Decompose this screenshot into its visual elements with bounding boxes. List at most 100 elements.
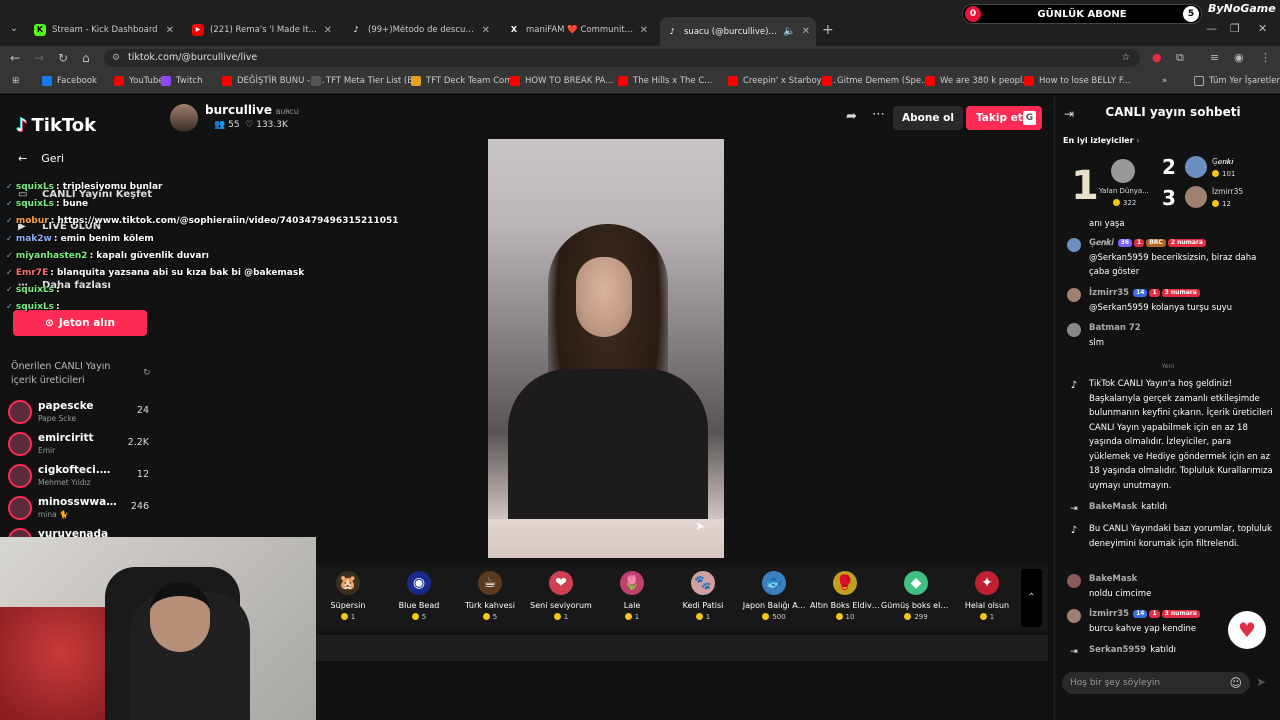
tab-tiktok-live[interactable]: ♪ suacu (@burcullive) CANLI 🔈 ✕ (660, 17, 816, 46)
back-icon[interactable]: ← (10, 51, 20, 65)
extensions-puzzle-icon[interactable]: ⧉ (1176, 51, 1184, 65)
top1-avatar[interactable] (1111, 159, 1135, 183)
site-info-icon[interactable]: ⚙ (112, 49, 120, 67)
gift-item[interactable]: ◉ Blue Bead 5 (384, 571, 454, 621)
gift-item[interactable]: ☕ Türk kahvesi 5 (455, 571, 525, 621)
forward-icon[interactable]: → (34, 51, 44, 65)
tab-youtube[interactable]: ▶ (221) Rema's 'I Made It' Moment ✕ (186, 20, 338, 40)
gift-item[interactable]: 🐟 Japon Balığı A... 500 (739, 571, 809, 621)
chat-username[interactable]: İzmirr35 (1089, 288, 1129, 298)
close-icon[interactable]: ✕ (482, 25, 490, 36)
close-window-icon[interactable]: ✕ (1258, 22, 1267, 35)
top-viewers-link[interactable]: En iyi izleyiciler › (1063, 136, 1140, 145)
bookmark-item[interactable]: TFT Meta Tier List (B... (311, 76, 421, 86)
more-options-icon[interactable]: ⋯ (872, 107, 885, 122)
close-icon[interactable]: ✕ (802, 26, 810, 37)
close-icon[interactable]: ✕ (640, 25, 648, 36)
new-tab-icon[interactable]: + (822, 22, 834, 38)
bookmark-item[interactable]: Gitme Demem (Spe... (822, 76, 929, 86)
minimize-icon[interactable]: — (1206, 22, 1217, 35)
viewer-count: 55 (228, 120, 240, 130)
chat-username[interactable]: Batman 72 (1089, 323, 1141, 333)
send-icon[interactable]: ➤ (1256, 675, 1266, 689)
chat-input[interactable]: Hoş bir şey söyleyin ☺ (1062, 672, 1250, 694)
chat-username[interactable]: BakeMask (1089, 574, 1137, 584)
menu-icon[interactable]: ⋮ (1260, 51, 1271, 64)
bookmark-item[interactable]: Facebook (42, 76, 97, 86)
all-bookmarks[interactable]: Tüm Yer İşaretleri (1194, 76, 1280, 86)
emoji-icon[interactable]: ☺ (1229, 672, 1242, 694)
overlay-text: : (56, 285, 60, 295)
back-button[interactable]: ← Geri (18, 152, 64, 165)
reload-icon[interactable]: ↻ (58, 51, 68, 65)
tab-x[interactable]: X maniFAM ❤️ Community / X ✕ (502, 20, 654, 40)
chat-username[interactable]: Ģ𝒆𝒏𝒌𝒊 (1089, 238, 1114, 248)
host-name[interactable]: burcullive BURCU (205, 103, 299, 117)
overlay-text: : emin benim kölem (53, 234, 154, 244)
bookmark-star-icon[interactable]: ☆ (1121, 49, 1130, 67)
recommended-creator[interactable]: cigkofteci.m... Mehmet Yıldız 12 (8, 462, 153, 488)
more-bookmarks-icon[interactable]: » (1162, 76, 1167, 86)
chat-username[interactable]: BakeMask (1089, 502, 1137, 512)
bookmark-item[interactable]: Twitch (161, 76, 203, 86)
gift-item[interactable]: ✦ Helal olsun 1 (952, 571, 1022, 621)
tiktok-icon: ♪ (353, 25, 359, 34)
bookmark-item[interactable]: TFT Deck Team Com... (411, 76, 521, 86)
creator-viewers: 246 (130, 501, 149, 512)
heart-icon[interactable]: ♥ (1228, 611, 1266, 649)
avatar[interactable] (1067, 574, 1081, 588)
sub-goal-label: GÜNLÜK ABONE (1037, 8, 1127, 20)
message-text: katıldı (1150, 645, 1176, 655)
media-icon[interactable]: ≡ (1210, 51, 1219, 64)
gift-item[interactable]: 🥊 Altın Boks Eldive... 10 (810, 571, 880, 621)
apps-icon[interactable]: ⊞ (12, 76, 19, 86)
avatar[interactable] (1067, 609, 1081, 623)
bookmark-item[interactable]: DEĞİŞTİR BUNU - Y... (222, 76, 324, 86)
get-coins-button[interactable]: ⊙ Jeton alın (13, 310, 147, 336)
maximize-icon[interactable]: ❐ (1230, 22, 1240, 35)
gift-item[interactable]: 🌷 Lale 1 (597, 571, 667, 621)
share-icon[interactable]: ➦ (846, 109, 857, 124)
speaker-icon[interactable]: 🔈 (783, 26, 795, 37)
bookmark-item[interactable]: YouTube (114, 76, 164, 86)
subscribe-button[interactable]: Abone ol (893, 106, 963, 130)
live-video[interactable] (488, 139, 724, 558)
bookmark-item[interactable]: We are 380 k peopl... (925, 76, 1031, 86)
close-icon[interactable]: ✕ (166, 25, 174, 36)
new-messages-separator: Yeni (1161, 362, 1175, 370)
bookmark-item[interactable]: HOW TO BREAK PA... (510, 76, 613, 86)
gift-expand-icon[interactable]: ⌃ (1021, 569, 1042, 627)
tab-search-icon[interactable]: ⌄ (6, 21, 22, 37)
profile-icon[interactable]: ◉ (1234, 51, 1244, 64)
recommended-creator[interactable]: emirciritt Emir 2.2K (8, 430, 153, 456)
home-icon[interactable]: ⌂ (82, 51, 90, 65)
top3-avatar[interactable] (1185, 186, 1207, 208)
chat-username[interactable]: Serkan5959 (1089, 645, 1146, 655)
tab-tiktok-1[interactable]: ♪ (99+)Método de descuento nuevo ✕ (344, 20, 496, 40)
top2-avatar[interactable] (1185, 156, 1207, 178)
bookmark-item[interactable]: Creepin' x Starboy (... (728, 76, 836, 86)
gift-item[interactable]: ❤ Seni seviyorum 1 (526, 571, 596, 621)
extension-icon[interactable]: ● (1152, 51, 1162, 64)
avatar[interactable] (1067, 323, 1081, 337)
refresh-icon[interactable]: ↻ (143, 368, 151, 378)
bookmark-item[interactable]: The Hills x The C... (618, 76, 712, 86)
close-icon[interactable]: ✕ (324, 25, 332, 36)
overlay-text: : blanquita yazsana abi su kıza bak bi @… (50, 268, 305, 278)
gift-item[interactable]: 🐹 Süpersin 1 (313, 571, 383, 621)
gift-item[interactable]: 🐾 Kedi Patisi 1 (668, 571, 738, 621)
avatar[interactable] (1067, 238, 1081, 252)
tab-kick[interactable]: K Stream - Kick Dashboard ✕ (28, 20, 180, 40)
bookmark-item[interactable]: How to lose BELLY F... (1024, 76, 1130, 86)
avatar[interactable] (1067, 288, 1081, 302)
gift-item[interactable]: ◆ Gümüş boks eldi... 299 (881, 571, 951, 621)
recommended-creator[interactable]: minosswwaa_ mina 🐈 246 (8, 494, 153, 520)
chat-username[interactable]: İzmirr35 (1089, 609, 1129, 619)
check-icon: ✓ (6, 216, 13, 225)
recommended-creator[interactable]: papescke Pape Scke 24 (8, 398, 153, 424)
url-bar[interactable]: ⚙ tiktok.com/@burcullive/live ☆ (104, 49, 1140, 67)
tiktok-logo[interactable]: ♪ TikTok (16, 115, 96, 136)
tiktok-live-page: ♪ TikTok ← Geri ▭ CANLI Yayını Keşfet ▶ LIVE… (0, 95, 1280, 720)
follow-button[interactable]: Takip et G (966, 106, 1042, 130)
host-avatar[interactable] (170, 104, 198, 132)
